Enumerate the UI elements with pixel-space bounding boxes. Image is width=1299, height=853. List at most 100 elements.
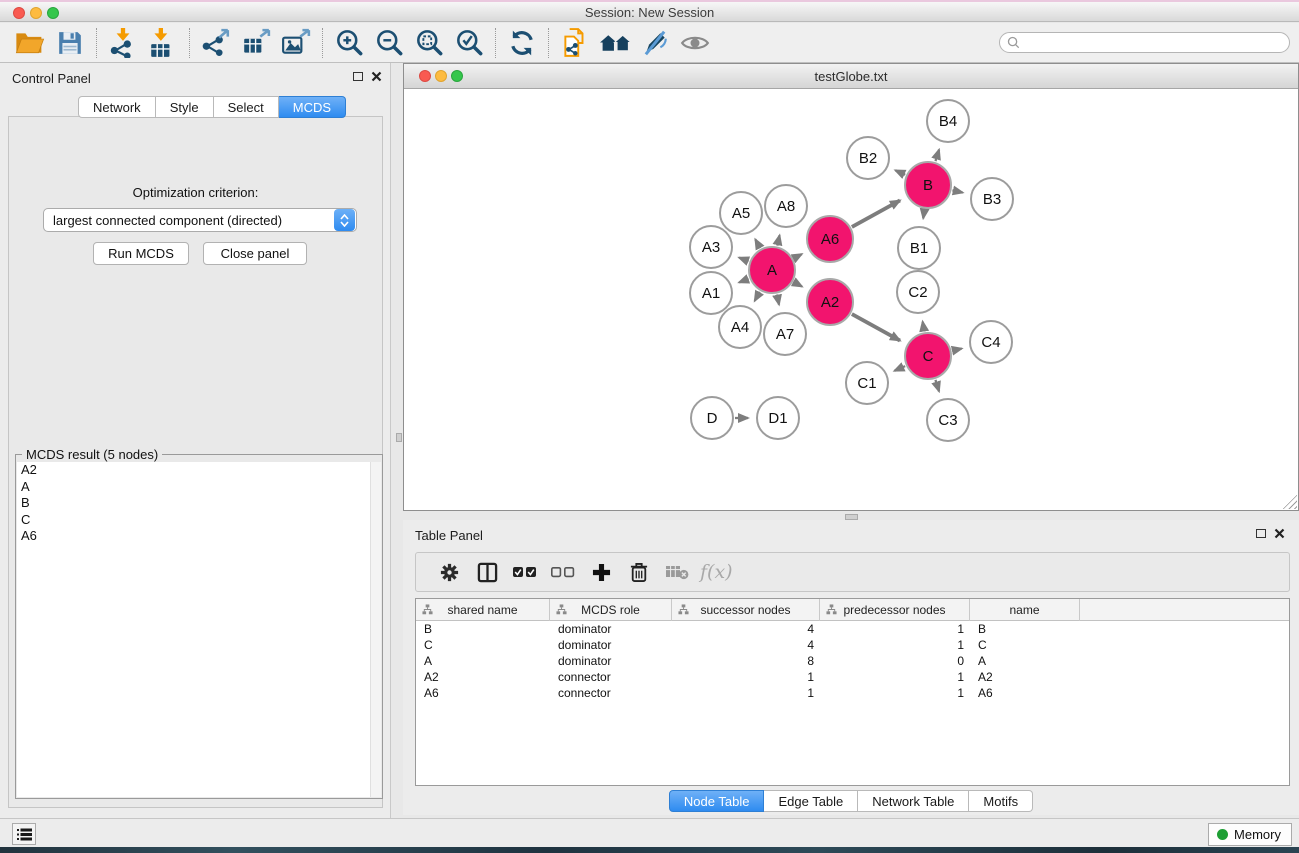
node-C1[interactable]: C1 [846,362,888,404]
optimization-criterion-select[interactable]: largest connected component (directed) [43,208,357,232]
clone-network-icon[interactable] [555,25,595,61]
node-A3[interactable]: A3 [690,226,732,268]
search-input[interactable] [1020,34,1289,51]
edge-A-A1[interactable] [739,279,749,283]
edge-A-A8[interactable] [777,235,779,245]
column-header-successor-nodes[interactable]: successor nodes [672,599,820,621]
select-all-icon[interactable] [506,555,544,589]
node-D[interactable]: D [691,397,733,439]
table-close-panel-icon[interactable] [1274,528,1285,539]
table-row[interactable]: Bdominator41B [416,621,1289,637]
unselect-all-icon[interactable] [544,555,582,589]
edge-C-C1[interactable] [894,366,905,371]
column-header-name[interactable]: name [970,599,1080,621]
node-C4[interactable]: C4 [970,321,1012,363]
import-table-icon[interactable] [143,25,183,61]
edge-A-A4[interactable] [755,292,760,301]
node-A8[interactable]: A8 [765,185,807,227]
tab-network[interactable]: Network [78,96,156,118]
result-item[interactable]: B [17,495,381,512]
run-mcds-button[interactable]: Run MCDS [93,242,189,265]
node-B1[interactable]: B1 [898,227,940,269]
search-field[interactable] [999,32,1290,53]
network-canvas[interactable]: B4 B2 B B3 A8A5 A6 B1 A3 A C2 A1 A2 A4A7 C4 C C1 D D1 C3 [404,89,1298,510]
tab-select[interactable]: Select [214,96,279,118]
hide-annotations-icon[interactable] [635,25,675,61]
tab-network-table[interactable]: Network Table [858,790,969,812]
edge-C-C3[interactable] [935,380,939,392]
node-C2[interactable]: C2 [897,271,939,313]
edge-C-C2[interactable] [923,322,925,332]
table-row[interactable]: A6connector11A6 [416,685,1289,701]
edge-A-A7[interactable] [777,294,779,304]
vertical-split-handle[interactable] [396,433,402,442]
node-A7[interactable]: A7 [764,313,806,355]
show-hide-graphics-icon[interactable] [675,25,715,61]
create-column-icon[interactable] [582,555,620,589]
export-network-icon[interactable] [196,25,236,61]
edge-A-A5[interactable] [755,239,760,248]
table-row[interactable]: Cdominator41C [416,637,1289,653]
column-header-MCDS-role[interactable]: MCDS role [550,599,672,621]
node-A2[interactable]: A2 [807,279,853,325]
tab-mcds[interactable]: MCDS [279,96,346,118]
edge-B-B4[interactable] [935,150,939,162]
zoom-fit-icon[interactable] [409,25,449,61]
save-icon[interactable] [50,25,90,61]
edge-A6-B[interactable] [852,200,900,226]
result-item[interactable]: A [17,479,381,496]
home-icon[interactable] [595,25,635,61]
tab-motifs[interactable]: Motifs [969,790,1033,812]
node-D1[interactable]: D1 [757,397,799,439]
table-row[interactable]: Adominator80A [416,653,1289,669]
table-settings-icon[interactable] [430,555,468,589]
node-A[interactable]: A [749,247,795,293]
node-A6[interactable]: A6 [807,216,853,262]
tab-style[interactable]: Style [156,96,214,118]
node-B2[interactable]: B2 [847,137,889,179]
result-item[interactable]: A2 [17,462,381,479]
node-B[interactable]: B [905,162,951,208]
node-table[interactable]: shared nameMCDS rolesuccessor nodesprede… [415,598,1290,786]
table-float-panel-icon[interactable] [1256,529,1266,538]
edge-A-A2[interactable] [794,282,802,286]
export-table-icon[interactable] [236,25,276,61]
refresh-icon[interactable] [502,25,542,61]
node-A4[interactable]: A4 [719,306,761,348]
edge-C-C4[interactable] [952,349,961,351]
mcds-result-list[interactable]: A2ABCA6 [17,462,381,797]
result-scrollbar[interactable] [370,462,381,797]
edge-B-B3[interactable] [952,190,962,192]
node-C[interactable]: C [905,333,951,379]
tab-edge-table[interactable]: Edge Table [764,790,858,812]
node-A5[interactable]: A5 [720,192,762,234]
network-window-titlebar[interactable]: testGlobe.txt [404,64,1298,89]
result-item[interactable]: C [17,512,381,529]
close-panel-icon[interactable] [371,71,382,82]
delete-column-icon[interactable] [620,555,658,589]
node-C3[interactable]: C3 [927,399,969,441]
show-columns-icon[interactable] [468,555,506,589]
open-icon[interactable] [10,25,50,61]
node-B4[interactable]: B4 [927,100,969,142]
zoom-out-icon[interactable] [369,25,409,61]
import-network-icon[interactable] [103,25,143,61]
edge-A2-C[interactable] [852,314,900,340]
node-B3[interactable]: B3 [971,178,1013,220]
column-header-predecessor-nodes[interactable]: predecessor nodes [820,599,970,621]
edge-B-B2[interactable] [895,170,905,174]
close-panel-button[interactable]: Close panel [203,242,307,265]
memory-button[interactable]: Memory [1208,823,1292,846]
export-image-icon[interactable] [276,25,316,61]
result-item[interactable]: A6 [17,528,381,545]
edge-A-A3[interactable] [739,258,749,262]
edge-B-B1[interactable] [923,210,924,219]
zoom-in-icon[interactable] [329,25,369,61]
table-row[interactable]: A2connector11A2 [416,669,1289,685]
node-A1[interactable]: A1 [690,272,732,314]
edge-A-A6[interactable] [794,254,802,258]
float-panel-icon[interactable] [353,72,363,81]
zoom-selected-icon[interactable] [449,25,489,61]
tab-node-table[interactable]: Node Table [669,790,765,812]
column-header-shared-name[interactable]: shared name [416,599,550,621]
